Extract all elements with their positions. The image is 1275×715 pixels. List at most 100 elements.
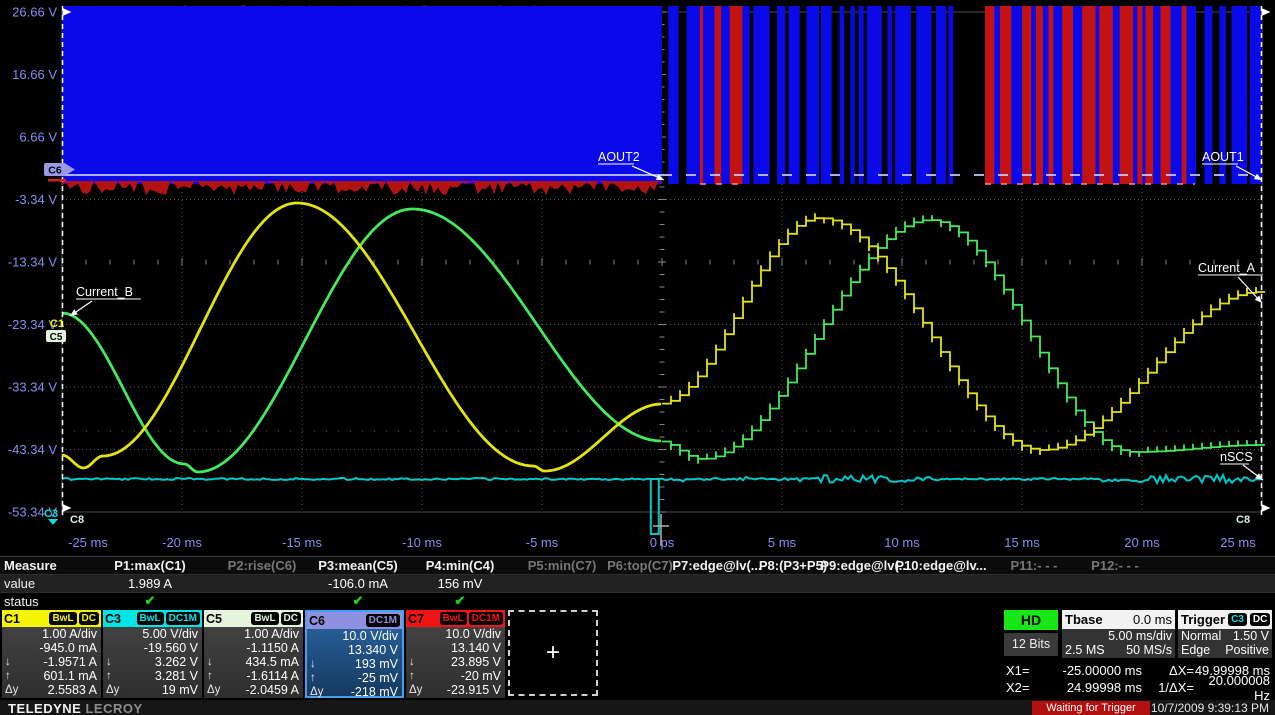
channel-row-value: -2.0459 A bbox=[245, 683, 299, 697]
channel-edge-markers[interactable]: C6C1C5C3C8C8 bbox=[44, 163, 1250, 526]
svg-text:Current_B: Current_B bbox=[76, 285, 133, 299]
channel-row-value: 13.140 V bbox=[451, 641, 501, 655]
channel-box-c1[interactable]: C1BwLDC1.00 A/div-945.0 mA↓-1.9571 A↑601… bbox=[2, 610, 101, 698]
channel-row-value: -20 mV bbox=[461, 669, 501, 683]
channel-row-symbol: ↓ bbox=[409, 656, 425, 668]
channel-row-value: -19.560 V bbox=[144, 641, 198, 655]
trigger-type: Edge bbox=[1181, 643, 1210, 657]
channel-row-symbol: ↑ bbox=[106, 670, 122, 682]
channel-name-c5: C5 bbox=[206, 612, 222, 626]
measure-header-row: Measure P1:max(C1)P2:rise(C6)P3:mean(C5)… bbox=[0, 557, 1275, 575]
sample-rate: 50 MS/s bbox=[1126, 643, 1172, 657]
channel-row-symbol: ↑ bbox=[207, 670, 223, 682]
channel-box-c5[interactable]: C5BwLDC1.00 A/div-1.1150 A↓434.5 mA↑-1.6… bbox=[204, 610, 303, 698]
channel-name-c7: C7 bbox=[408, 612, 424, 626]
channel-row-symbol: Δy bbox=[310, 686, 326, 698]
channel-name-c1: C1 bbox=[4, 612, 20, 626]
x2-label: X2= bbox=[1006, 680, 1038, 695]
measure-col-2[interactable]: P2:rise(C6) bbox=[228, 558, 297, 573]
measure-status-row: status ✔✔✔ bbox=[0, 593, 1275, 610]
cursor-readout: X1= -25.00000 ms ΔX= 49.99998 ms X2= 24.… bbox=[1006, 662, 1270, 696]
channel-row-symbol: Δy bbox=[106, 684, 122, 696]
channel-badge-bwl: BwL bbox=[49, 612, 76, 625]
channel-row-symbol: ↑ bbox=[310, 672, 326, 684]
channel-name-c3: C3 bbox=[105, 612, 121, 626]
measure-col-7[interactable]: P7:edge@lv(... bbox=[672, 558, 761, 573]
add-channel-button[interactable]: + bbox=[508, 610, 598, 696]
annotation-current_b[interactable]: Current_B bbox=[70, 285, 141, 316]
channel-row-value: 1.00 A/div bbox=[244, 627, 299, 641]
channel-row-value: 1.00 A/div bbox=[42, 627, 97, 641]
channel-row-value: 3.262 V bbox=[155, 655, 198, 669]
acquisition-panel: HD 12 Bits Tbase 0.0 ms 5.00 ms/div 2.5 … bbox=[1004, 610, 1272, 698]
channel-row-value: -25 mV bbox=[358, 671, 398, 685]
svg-text:C8: C8 bbox=[70, 514, 84, 526]
measure-col-1[interactable]: P1:max(C1) bbox=[114, 558, 186, 573]
measure-col-4[interactable]: P4:min(C4) bbox=[426, 558, 495, 573]
measure-value-1: 1.989 A bbox=[128, 576, 172, 591]
status-caption: status bbox=[4, 594, 39, 609]
svg-text:-43.34 V: -43.34 V bbox=[8, 442, 57, 457]
measure-table: Measure P1:max(C1)P2:rise(C6)P3:mean(C5)… bbox=[0, 556, 1275, 609]
x1-value: -25.00000 ms bbox=[1038, 663, 1142, 678]
svg-text:6.66 V: 6.66 V bbox=[19, 130, 57, 145]
channel-row-symbol: ↓ bbox=[106, 656, 122, 668]
x2-cursor[interactable] bbox=[1262, 6, 1271, 516]
measure-col-12[interactable]: P12:- - - bbox=[1091, 558, 1139, 573]
measure-value-4: 156 mV bbox=[438, 576, 483, 591]
time-axis-labels: -25 ms-20 ms-15 ms-10 ms-5 ms0 ps5 ms10 … bbox=[68, 535, 1256, 550]
brand-teledyne: TELEDYNE bbox=[8, 701, 81, 715]
svg-text:0 ps: 0 ps bbox=[650, 535, 675, 550]
channel-box-c3[interactable]: C3BwLDC1M5.00 V/div-19.560 V↓3.262 V↑3.2… bbox=[103, 610, 202, 698]
channel-badge-bwl: BwL bbox=[251, 612, 278, 625]
channel-badge-dc1m: DC1M bbox=[166, 612, 200, 625]
channel-row-symbol: ↓ bbox=[5, 656, 21, 668]
measure-col-6[interactable]: P6:top(C7) bbox=[607, 558, 673, 573]
channel-row-symbol: Δy bbox=[5, 684, 21, 696]
channel-row-value: -1.1150 A bbox=[246, 641, 299, 655]
measure-col-8[interactable]: P8:(P3+P5) bbox=[759, 558, 827, 573]
annotation-current_a[interactable]: Current_A bbox=[1198, 261, 1263, 303]
measure-col-5[interactable]: P5:min(C7) bbox=[528, 558, 597, 573]
channel-box-c7[interactable]: C7BwLDC1M10.0 V/div13.140 V↓23.895 V↑-20… bbox=[406, 610, 505, 698]
svg-text:nSCS: nSCS bbox=[1220, 450, 1253, 464]
fx-value: 20.000008 Hz bbox=[1194, 673, 1270, 703]
measure-value-3: -106.0 mA bbox=[328, 576, 388, 591]
channel-row-value: 434.5 mA bbox=[245, 655, 299, 669]
channel-row-symbol: Δy bbox=[409, 684, 425, 696]
channel-row-value: 10.0 V/div bbox=[445, 627, 501, 641]
svg-text:25 ms: 25 ms bbox=[1220, 535, 1256, 550]
channel-row-symbol: ↓ bbox=[310, 658, 326, 670]
brand-lecroy: LECROY bbox=[85, 701, 142, 715]
trigger-title: Trigger bbox=[1181, 612, 1225, 627]
svg-text:16.66 V: 16.66 V bbox=[12, 67, 57, 82]
svg-text:-3.34 V: -3.34 V bbox=[15, 192, 57, 207]
channel-name-c6: C6 bbox=[309, 614, 325, 628]
channel-row-value: -945.0 mA bbox=[39, 641, 97, 655]
measure-col-11[interactable]: P11:- - - bbox=[1011, 558, 1058, 573]
measure-col-3[interactable]: P3:mean(C5) bbox=[318, 558, 397, 573]
clock: 10/7/2009 9:39:13 PM bbox=[1151, 701, 1269, 715]
timebase-box[interactable]: Tbase 0.0 ms 5.00 ms/div 2.5 MS 50 MS/s bbox=[1062, 610, 1175, 658]
trigger-box[interactable]: Trigger C3 DC Normal 1.50 V Edge Positiv… bbox=[1178, 610, 1272, 658]
channel-row-value: 193 mV bbox=[355, 657, 398, 671]
svg-text:Current_A: Current_A bbox=[1198, 261, 1256, 275]
waveform-area[interactable]: 26.66 V16.66 V6.66 V-3.34 V-13.34 V-23.3… bbox=[0, 0, 1275, 556]
channel-row-symbol: ↑ bbox=[5, 670, 21, 682]
bit-depth-badge[interactable]: 12 Bits bbox=[1004, 633, 1058, 656]
measure-status-check-1: ✔ bbox=[145, 593, 156, 609]
svg-text:C6: C6 bbox=[48, 165, 62, 177]
hd-mode-badge[interactable]: HD bbox=[1004, 610, 1058, 630]
svg-text:C1: C1 bbox=[50, 318, 64, 330]
x1-label: X1= bbox=[1006, 663, 1038, 678]
channel-row-value: 23.895 V bbox=[451, 655, 501, 669]
channel-box-c6[interactable]: C6DC1M10.0 V/div13.340 V↓193 mV↑-25 mVΔy… bbox=[305, 610, 404, 698]
channel-badge-dc1m: DC1M bbox=[469, 612, 503, 625]
channel-badge-dc1m: DC1M bbox=[366, 614, 400, 627]
svg-text:-25 ms: -25 ms bbox=[68, 535, 108, 550]
annotation-nscs[interactable]: nSCS bbox=[1220, 450, 1263, 480]
x2-value: 24.99998 ms bbox=[1038, 680, 1142, 695]
measure-col-10[interactable]: P10:edge@lv... bbox=[895, 558, 986, 573]
svg-text:-20 ms: -20 ms bbox=[162, 535, 202, 550]
trace-nscs bbox=[62, 475, 1262, 534]
